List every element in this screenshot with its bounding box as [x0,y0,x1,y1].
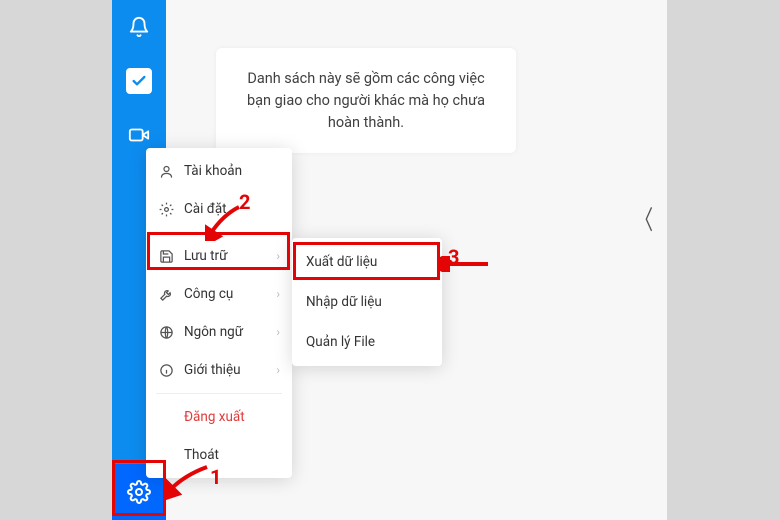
globe-icon [158,325,174,340]
tools-icon [158,287,174,302]
storage-submenu: Xuất dữ liệu Nhập dữ liệu Quản lý File [292,238,442,366]
menu-account[interactable]: Tài khoản [146,152,292,190]
separator [156,232,282,233]
submenu-import-label: Nhập dữ liệu [306,294,382,310]
save-icon [158,249,174,264]
menu-storage[interactable]: Lưu trữ › [146,237,292,275]
menu-storage-label: Lưu trữ [184,248,227,264]
menu-logout-label: Đăng xuất [184,409,245,425]
submenu-manage-label: Quản lý File [306,334,375,350]
menu-settings-label: Cài đặt [184,201,227,217]
info-icon [158,363,174,378]
gear-icon [127,480,151,504]
info-card-text: Danh sách này sẽ gồm các công việc bạn g… [247,70,485,131]
user-icon [158,164,174,179]
chevron-right-icon: › [276,249,280,263]
info-card: Danh sách này sẽ gồm các công việc bạn g… [216,48,516,153]
separator [156,393,282,394]
settings-menu: Tài khoản Cài đặt Lưu trữ › Công cụ › Ng… [146,148,292,478]
check-icon [126,68,152,94]
submenu-export[interactable]: Xuất dữ liệu [292,242,442,282]
submenu-export-label: Xuất dữ liệu [306,254,377,270]
menu-exit-label: Thoát [184,447,219,463]
sidebar-notifications[interactable] [112,0,166,54]
menu-account-label: Tài khoản [184,163,242,179]
menu-logout[interactable]: Đăng xuất [146,398,292,436]
chevron-right-icon: › [276,363,280,377]
menu-about[interactable]: Giới thiệu › [146,351,292,389]
menu-language[interactable]: Ngôn ngữ › [146,313,292,351]
menu-exit[interactable]: Thoát [146,436,292,474]
menu-settings[interactable]: Cài đặt [146,190,292,228]
menu-language-label: Ngôn ngữ [184,324,243,340]
sidebar-tasks[interactable] [112,54,166,108]
video-icon [128,124,150,146]
caret-left-icon[interactable]: 〈 [635,200,653,237]
settings-small-icon [158,202,174,217]
menu-tools[interactable]: Công cụ › [146,275,292,313]
bell-icon [128,16,150,38]
submenu-import[interactable]: Nhập dữ liệu [292,282,442,322]
menu-tools-label: Công cụ [184,286,233,302]
menu-about-label: Giới thiệu [184,362,241,378]
submenu-manage[interactable]: Quản lý File [292,322,442,362]
chevron-right-icon: › [276,287,280,301]
chevron-right-icon: › [276,325,280,339]
